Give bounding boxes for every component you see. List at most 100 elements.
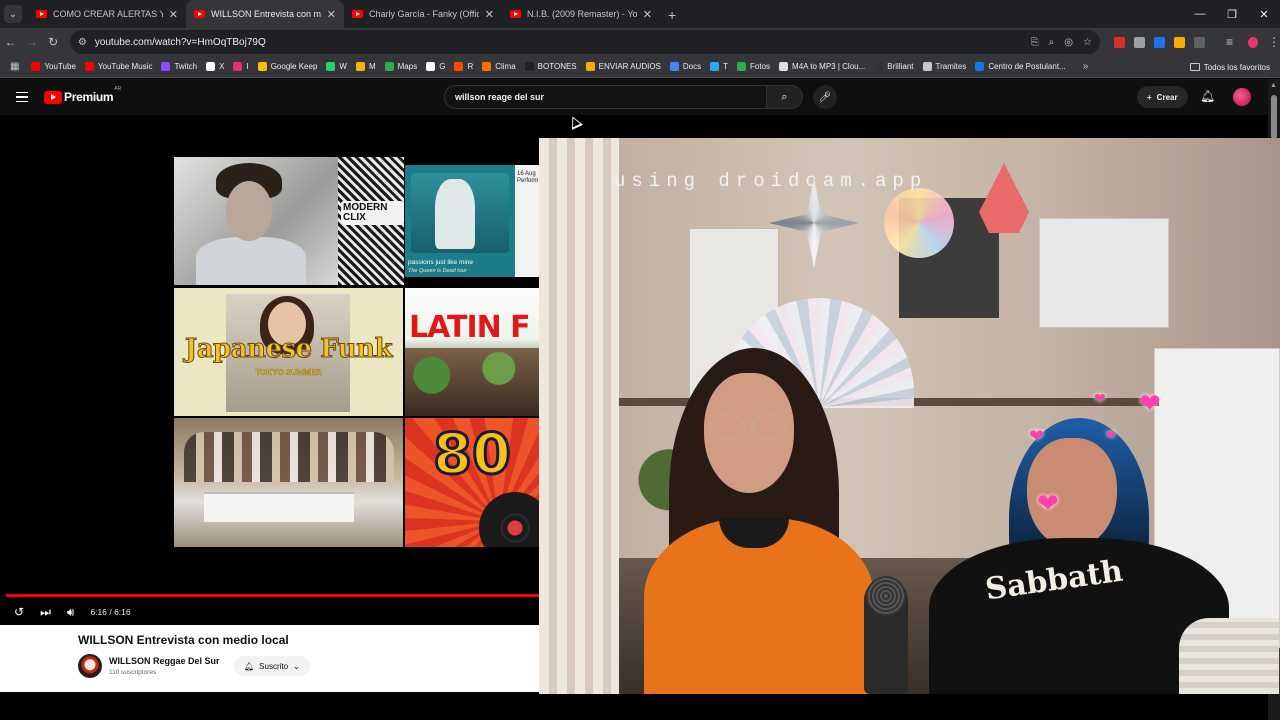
video-progress-bar[interactable]: [6, 594, 539, 597]
puzzle-icon[interactable]: [1193, 36, 1205, 48]
bookmark-item[interactable]: YouTube Music: [84, 62, 153, 71]
microphone-icon[interactable]: 🎤︎: [813, 85, 837, 109]
close-tab-icon[interactable]: ✕: [643, 8, 652, 21]
reading-list-icon[interactable]: ≡: [1219, 35, 1240, 49]
browser-tab[interactable]: Charly García - Fanky (Official Video) ✕: [344, 0, 502, 28]
bookmark-item[interactable]: BOTONES: [524, 62, 577, 71]
bookmark-favicon-icon: [257, 62, 267, 71]
bookmarks-overflow-icon[interactable]: »: [1083, 61, 1089, 72]
channel-avatar[interactable]: [78, 654, 102, 678]
scroll-up-icon[interactable]: ▲: [1270, 82, 1277, 89]
bookmark-item[interactable]: T: [710, 62, 728, 71]
menu-icon[interactable]: [16, 91, 28, 103]
extension-icon[interactable]: [1153, 36, 1165, 48]
bookmark-item[interactable]: Maps: [384, 62, 418, 71]
subscribed-label: Suscrito: [259, 661, 289, 671]
bookmark-item[interactable]: Fotos: [737, 62, 770, 71]
bookmark-item[interactable]: Brilliant: [874, 62, 914, 71]
create-button[interactable]: + Crear: [1137, 86, 1188, 108]
youtube-logo[interactable]: Premium AR: [44, 86, 121, 104]
zoom-icon[interactable]: ⌕: [1049, 37, 1055, 48]
close-tab-icon[interactable]: ✕: [169, 8, 178, 21]
minimize-icon[interactable]: —: [1184, 0, 1216, 28]
site-info-icon[interactable]: ⚙: [78, 37, 87, 48]
next-icon[interactable]: ⏭︎: [40, 605, 51, 620]
back-icon[interactable]: ←: [0, 35, 21, 49]
bookmark-star-icon[interactable]: ☆: [1083, 37, 1092, 48]
all-bookmarks-label: Todos los favoritos: [1203, 62, 1270, 72]
install-app-icon[interactable]: ⎘: [1031, 37, 1039, 48]
apps-grid-icon[interactable]: ▦: [10, 61, 19, 72]
cover-title: Japanese Funk: [184, 334, 393, 365]
bookmark-item[interactable]: Centro de Postulant...: [975, 62, 1066, 71]
video-player[interactable]: MODERN CLIX passions just like mine The …: [0, 115, 539, 625]
url-text[interactable]: youtube.com/watch?v=HmOqTBoj79Q: [95, 37, 1031, 48]
new-tab-icon[interactable]: +: [668, 7, 676, 23]
bookmark-favicon-icon: [585, 62, 595, 71]
bookmark-favicon-icon: [524, 62, 534, 71]
bookmark-item[interactable]: W: [326, 62, 347, 71]
search-icon[interactable]: ⌕: [767, 85, 803, 109]
notifications-bell-icon[interactable]: 🔔︎: [1200, 89, 1215, 103]
bookmark-item[interactable]: Google Keep: [257, 62, 317, 71]
close-window-icon[interactable]: ✕: [1248, 0, 1280, 28]
bookmarks-bar: ▦ YouTube YouTube Music Twitch X I Google Kee…: [0, 56, 1280, 78]
search-input[interactable]: willson reage del sur: [444, 85, 767, 109]
volume-icon[interactable]: 🔊︎: [67, 605, 75, 620]
scrollbar-thumb[interactable]: [1271, 95, 1277, 139]
plus-icon: +: [1147, 92, 1152, 102]
close-tab-icon[interactable]: ✕: [485, 8, 494, 21]
bookmark-item[interactable]: G: [426, 62, 445, 71]
all-bookmarks[interactable]: Todos los favoritos: [1189, 56, 1270, 78]
youtube-play-icon: [44, 90, 62, 104]
bookmark-item[interactable]: YouTube: [31, 62, 76, 71]
droidcam-watermark: using droidcam.app: [614, 170, 928, 192]
eye-off-icon[interactable]: ◎: [1064, 37, 1073, 48]
bookmark-item[interactable]: Clima: [482, 62, 516, 71]
tab-title: N.I.B. (2009 Remaster) - YouTube: [527, 9, 637, 19]
forward-icon[interactable]: →: [21, 35, 42, 49]
extension-icon[interactable]: [1173, 36, 1185, 48]
extension-icon[interactable]: [1133, 36, 1145, 48]
restore-icon[interactable]: ❐: [1216, 0, 1248, 28]
subscribed-button[interactable]: 🔔︎ Suscrito ⌄: [234, 656, 310, 676]
extension-icon[interactable]: [1113, 36, 1125, 48]
bookmark-item[interactable]: M: [355, 62, 376, 71]
bookmark-item[interactable]: M4A to MP3 | Clou...: [779, 62, 865, 71]
channel-name[interactable]: WILLSON Reggae Del Sur: [109, 656, 220, 666]
bookmark-favicon-icon: [975, 62, 985, 71]
bookmark-item[interactable]: R: [454, 62, 473, 71]
bookmark-item[interactable]: Docs: [669, 62, 701, 71]
bookmark-item[interactable]: I: [233, 62, 249, 71]
address-bar[interactable]: ⚙ youtube.com/watch?v=HmOqTBoj79Q ⎘ ⌕ ◎ …: [69, 30, 1100, 54]
browser-tab-active[interactable]: WILLSON Entrevista con medio local ✕: [186, 0, 344, 28]
bookmark-label: Maps: [397, 62, 418, 71]
youtube-masthead: Premium AR willson reage del sur ⌕ 🎤︎ + …: [0, 79, 1268, 115]
bookmark-label: YouTube Music: [97, 62, 153, 71]
reload-icon[interactable]: ↻: [43, 35, 64, 49]
bookmark-favicon-icon: [384, 62, 394, 71]
cover-subtitle: TOKYO SUMMER: [255, 368, 322, 377]
bookmark-label: Centro de Postulant...: [988, 62, 1066, 71]
bookmark-item[interactable]: X: [206, 62, 224, 71]
heart-sticker-icon: ❤: [1094, 390, 1106, 406]
browser-tab[interactable]: COMO CREAR ALERTAS Y OVERLAYS ✕: [28, 0, 186, 28]
bookmark-favicon-icon: [482, 62, 492, 71]
cover-text: The Queen is Dead tour: [408, 268, 467, 274]
bookmark-favicon-icon: [454, 62, 464, 71]
profile-avatar-icon[interactable]: [1248, 36, 1259, 48]
menu-kebab-icon[interactable]: ⋮: [1268, 35, 1280, 49]
close-tab-icon[interactable]: ✕: [327, 8, 336, 21]
bookmark-item[interactable]: ENVIAR AUDIOS: [585, 62, 661, 71]
bookmark-item[interactable]: Twitch: [161, 62, 197, 71]
browser-tab[interactable]: N.I.B. (2009 Remaster) - YouTube ✕: [502, 0, 660, 28]
subscriber-count: 110 suscriptores: [109, 669, 157, 676]
extensions: [1113, 36, 1205, 48]
account-avatar[interactable]: [1233, 88, 1251, 106]
bookmark-item[interactable]: Tramites: [922, 62, 966, 71]
logo-text: Premium: [64, 90, 114, 104]
bookmark-label: X: [219, 62, 225, 71]
bookmark-favicon-icon: [161, 62, 171, 71]
replay-icon[interactable]: ↺: [14, 605, 24, 619]
tab-search-button[interactable]: ⌄: [4, 5, 22, 23]
